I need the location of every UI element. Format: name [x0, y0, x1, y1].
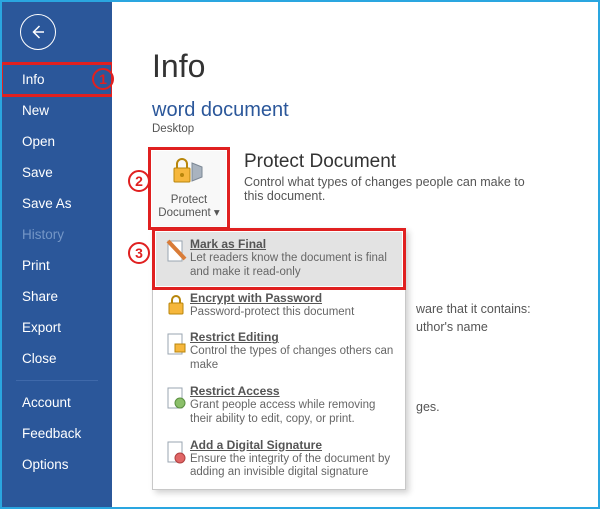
sidebar-item-print[interactable]: Print	[2, 250, 112, 281]
sidebar-item-open[interactable]: Open	[2, 126, 112, 157]
sidebar-item-label: Open	[22, 134, 55, 149]
menu-item-mark-as-final[interactable]: Mark as Final Let readers know the docum…	[156, 232, 402, 286]
protect-section-desc: Control what types of changes people can…	[244, 175, 544, 203]
sidebar-item-label: New	[22, 103, 49, 118]
protect-section-title: Protect Document	[244, 151, 544, 173]
window: Info New Open Save Save As History Print…	[0, 0, 600, 509]
lock-shield-icon	[172, 157, 206, 187]
inspect-trail-3: ges.	[416, 400, 440, 414]
sidebar-item-label: Save As	[22, 196, 72, 211]
protect-document-button[interactable]: Protect Document ▾	[152, 151, 226, 226]
restrict-editing-icon	[162, 330, 190, 358]
sidebar-item-label: Share	[22, 289, 58, 304]
sidebar-item-options[interactable]: Options	[2, 449, 112, 480]
inspect-trail-1: ware that it contains:	[416, 302, 531, 316]
document-title: word document	[152, 99, 580, 122]
sidebar-item-share[interactable]: Share	[2, 281, 112, 312]
sidebar-item-history: History	[2, 219, 112, 250]
sidebar-item-label: Feedback	[22, 426, 81, 441]
back-arrow-icon	[29, 23, 47, 41]
sidebar-item-account[interactable]: Account	[2, 387, 112, 418]
inspect-trail-2: uthor's name	[416, 320, 488, 334]
restrict-access-icon	[162, 384, 190, 412]
sidebar-item-label: Account	[22, 395, 71, 410]
signature-icon	[162, 438, 190, 466]
menu-item-title: Restrict Access	[190, 384, 396, 398]
menu-item-restrict-editing[interactable]: Restrict Editing Control the types of ch…	[156, 325, 402, 379]
protect-button-label: Protect Document	[158, 194, 210, 219]
page-title: Info	[152, 48, 580, 85]
annotation-2: 2	[128, 170, 150, 192]
menu-item-restrict-access[interactable]: Restrict Access Grant people access whil…	[156, 379, 402, 433]
chevron-down-icon: ▾	[214, 207, 220, 219]
menu-item-digital-signature[interactable]: Add a Digital Signature Ensure the integ…	[156, 433, 402, 487]
sidebar-item-new[interactable]: New	[2, 95, 112, 126]
document-location: Desktop	[152, 123, 580, 135]
sidebar-item-export[interactable]: Export	[2, 312, 112, 343]
annotation-3: 3	[128, 242, 150, 264]
menu-item-sub: Grant people access while removing their…	[190, 399, 396, 427]
sidebar-item-label: History	[22, 227, 64, 242]
sidebar-item-label: Save	[22, 165, 53, 180]
sidebar-item-feedback[interactable]: Feedback	[2, 418, 112, 449]
sidebar-item-label: Info	[22, 72, 45, 87]
menu-item-title: Encrypt with Password	[190, 291, 396, 305]
menu-item-sub: Ensure the integrity of the document by …	[190, 453, 396, 481]
menu-item-sub: Let readers know the document is final a…	[190, 252, 396, 280]
menu-item-title: Mark as Final	[190, 237, 396, 251]
menu-item-title: Add a Digital Signature	[190, 438, 396, 452]
menu-item-title: Restrict Editing	[190, 330, 396, 344]
sidebar-item-save-as[interactable]: Save As	[2, 188, 112, 219]
sidebar-item-close[interactable]: Close	[2, 343, 112, 374]
sidebar-item-label: Close	[22, 351, 57, 366]
sidebar-item-label: Options	[22, 457, 69, 472]
lock-icon	[162, 291, 190, 317]
sidebar-item-label: Export	[22, 320, 61, 335]
sidebar-separator	[16, 380, 98, 381]
annotation-1: 1	[92, 68, 114, 90]
sidebar-item-save[interactable]: Save	[2, 157, 112, 188]
back-button[interactable]	[20, 14, 56, 50]
menu-item-encrypt-password[interactable]: Encrypt with Password Password-protect t…	[156, 286, 402, 326]
menu-item-sub: Control the types of changes others can …	[190, 345, 396, 373]
mark-final-icon	[162, 237, 190, 265]
sidebar-item-label: Print	[22, 258, 50, 273]
menu-item-sub: Password-protect this document	[190, 306, 396, 320]
protect-document-menu: Mark as Final Let readers know the docum…	[152, 228, 406, 490]
